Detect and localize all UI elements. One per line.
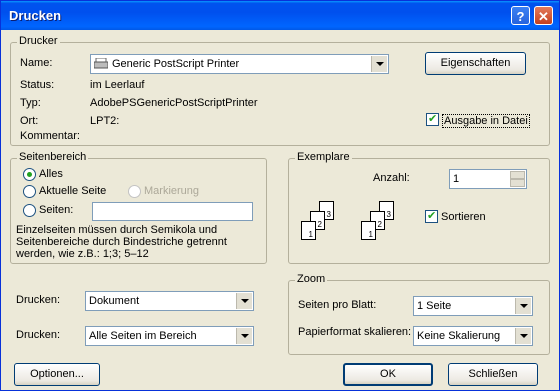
selection-label: Markierung — [144, 185, 200, 197]
page-number: 1 — [368, 230, 373, 239]
help-icon[interactable]: ? — [511, 6, 530, 25]
pages-input[interactable] — [92, 202, 253, 221]
page-number: 2 — [317, 220, 322, 229]
window-title: Drucken — [9, 8, 62, 23]
chevron-down-icon[interactable] — [515, 328, 531, 344]
status-label: Status: — [20, 79, 55, 91]
printer-group: Drucker Name: Generic PostScript Printer… — [10, 35, 550, 146]
selection-radio[interactable] — [128, 185, 141, 198]
print-to-file-checkbox[interactable] — [426, 112, 439, 126]
copies-count-label: Anzahl: — [373, 172, 410, 184]
page-number: 2 — [377, 220, 382, 229]
uncollated-copies-icon: 3 2 1 — [301, 201, 346, 251]
spin-up-icon[interactable] — [510, 171, 525, 179]
collate-label[interactable]: Sortieren — [441, 211, 486, 223]
page-range-group: Seitenbereich Alles Aktuelle Seite Marki… — [10, 151, 267, 264]
printer-name-select[interactable]: Generic PostScript Printer — [90, 54, 389, 74]
pages-label[interactable]: Seiten: — [39, 204, 73, 216]
chevron-down-icon[interactable] — [236, 328, 252, 344]
print-what-select[interactable]: Dokument — [85, 291, 254, 311]
spin-down-icon[interactable] — [510, 179, 525, 187]
copies-count-value: 1 — [453, 173, 460, 185]
current-page-radio[interactable] — [23, 185, 36, 198]
scale-select[interactable]: Keine Skalierung — [413, 326, 533, 346]
print-range-value: Alle Seiten im Bereich — [89, 330, 197, 342]
chevron-down-icon[interactable] — [371, 56, 387, 72]
collate-checkbox[interactable] — [425, 209, 438, 223]
print-range-select[interactable]: Alle Seiten im Bereich — [85, 326, 254, 346]
print-range-label: Drucken: — [16, 329, 61, 341]
pages-radio[interactable] — [23, 204, 36, 217]
ok-button[interactable]: OK — [343, 363, 433, 386]
page-number: 3 — [326, 210, 331, 219]
print-dialog: Drucken ? ✕ Drucker Name: Generic PostSc… — [0, 0, 560, 391]
printer-icon — [93, 57, 109, 69]
copies-legend: Exemplare — [295, 151, 352, 163]
print-what-label: Drucken: — [16, 294, 61, 306]
close-button[interactable]: Schließen — [448, 363, 538, 386]
all-pages-label[interactable]: Alles — [39, 168, 63, 180]
status-value: im Leerlauf — [90, 79, 145, 91]
zoom-legend: Zoom — [295, 273, 328, 285]
location-value: LPT2: — [90, 115, 120, 127]
print-to-file-label[interactable]: Ausgabe in Datei — [442, 114, 530, 128]
zoom-group: Zoom Seiten pro Blatt: 1 Seite Papierfor… — [288, 273, 550, 355]
current-page-label[interactable]: Aktuelle Seite — [39, 185, 106, 197]
scale-value: Keine Skalierung — [417, 330, 501, 342]
scale-label: Papierformat skalieren: — [298, 326, 412, 338]
title-bar[interactable]: Drucken ? ✕ — [1, 1, 559, 30]
pages-per-sheet-value: 1 Seite — [417, 300, 452, 312]
print-what-value: Dokument — [89, 295, 140, 307]
page-range-legend: Seitenbereich — [17, 151, 89, 163]
chevron-down-icon[interactable] — [515, 298, 531, 314]
pages-per-sheet-label: Seiten pro Blatt: — [298, 299, 377, 311]
properties-button[interactable]: Eigenschaften — [425, 52, 526, 75]
printer-name-value: Generic PostScript Printer — [112, 58, 240, 70]
copies-count-spinner[interactable]: 1 — [449, 169, 527, 189]
all-pages-radio[interactable] — [23, 168, 36, 181]
printer-name-label: Name: — [20, 57, 53, 69]
close-icon[interactable]: ✕ — [534, 6, 553, 25]
collated-copies-icon: 3 2 1 — [361, 201, 406, 251]
type-value: AdobePSGenericPostScriptPrinter — [90, 97, 258, 109]
copies-group: Exemplare Anzahl: 1 3 2 1 3 2 1 Sortiere… — [288, 151, 550, 264]
pages-per-sheet-select[interactable]: 1 Seite — [413, 296, 533, 316]
page-range-hint: Einzelseiten müssen durch Semikola und S… — [16, 224, 227, 260]
comment-label: Kommentar: — [20, 130, 80, 142]
location-label: Ort: — [20, 115, 39, 127]
printer-group-legend: Drucker — [17, 35, 60, 47]
page-number: 1 — [308, 230, 313, 239]
page-number: 3 — [386, 210, 391, 219]
options-button[interactable]: Optionen... — [14, 363, 100, 386]
chevron-down-icon[interactable] — [236, 293, 252, 309]
type-label: Typ: — [20, 97, 41, 109]
